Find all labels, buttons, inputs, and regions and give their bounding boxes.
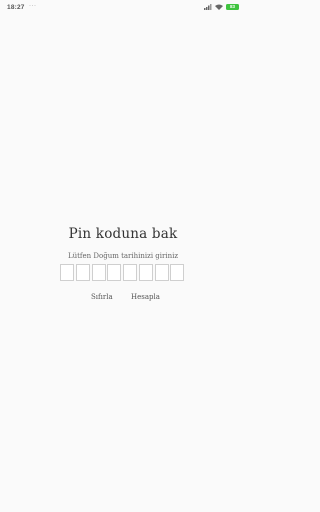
- pin-digit-field[interactable]: [138, 264, 153, 281]
- signal-icon: [204, 4, 212, 10]
- calculate-button[interactable]: Hesapla: [131, 293, 160, 301]
- pin-digit-field[interactable]: [107, 264, 122, 281]
- pin-digit-field[interactable]: [154, 264, 169, 281]
- wifi-icon: [215, 4, 223, 10]
- status-icons: 83: [204, 4, 239, 10]
- page-title: Pin koduna bak: [68, 226, 178, 242]
- status-bar: 18:27 ··· 83: [0, 0, 246, 18]
- pin-digit-field[interactable]: [170, 264, 185, 281]
- notification-dots: ···: [29, 3, 37, 9]
- status-time: 18:27: [7, 4, 25, 11]
- reset-button[interactable]: Sıfırla: [91, 293, 113, 301]
- pin-digit-field[interactable]: [75, 264, 90, 281]
- pin-digit-field[interactable]: [91, 264, 106, 281]
- battery-icon: 83: [226, 4, 239, 10]
- pin-input-row: [60, 264, 186, 281]
- pin-digit-field[interactable]: [123, 264, 138, 281]
- birthdate-instruction: Lütfen Doğum tarihinizi giriniz: [67, 252, 179, 260]
- pin-digit-field[interactable]: [60, 264, 75, 281]
